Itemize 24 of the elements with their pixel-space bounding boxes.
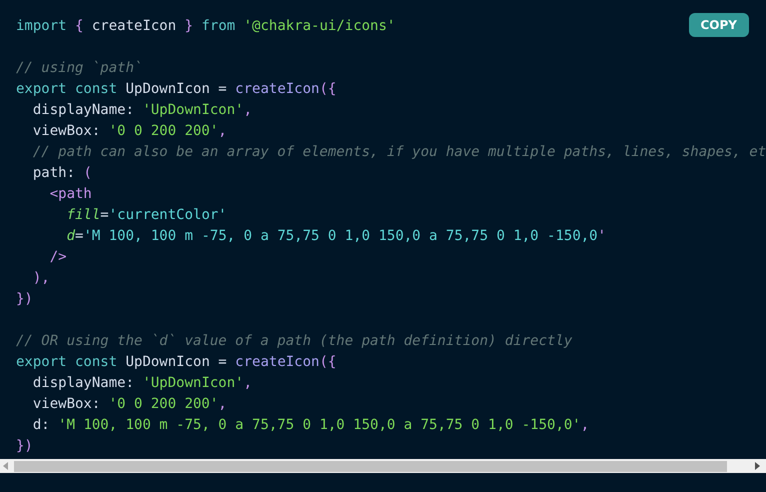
- code-line: path: (: [32, 164, 92, 183]
- horizontal-scrollbar[interactable]: [0, 459, 766, 473]
- code-line: d='M 100, 100 m -75, 0 a 75,75 0 1,0 150,0 a 75,75 0 1,0 -150,0': [66, 227, 606, 246]
- code-line: // using `path`: [16, 59, 142, 78]
- scroll-right-icon[interactable]: [755, 462, 760, 470]
- code-line: viewBox: '0 0 200 200',: [32, 122, 227, 141]
- code-line: }): [16, 290, 33, 309]
- code-line: export const UpDownIcon = createIcon({: [16, 353, 336, 372]
- code-line: displayName: 'UpDownIcon',: [32, 101, 252, 120]
- code-line: d: 'M 100, 100 m -75, 0 a 75,75 0 1,0 150,0 a 75,75 0 1,0 -150,0',: [32, 416, 590, 435]
- scrollbar-thumb[interactable]: [14, 460, 727, 472]
- code-line: }): [16, 437, 33, 456]
- code-line: // path can also be an array of elements, if you have multiple paths, lines, shapes, et: [32, 143, 766, 162]
- copy-button[interactable]: COPY: [688, 13, 749, 37]
- code-line: viewBox: '0 0 200 200',: [32, 395, 227, 414]
- code-line: displayName: 'UpDownIcon',: [32, 374, 252, 393]
- code-line: ),: [32, 269, 50, 288]
- code-line: />: [48, 248, 67, 267]
- code-line: <path: [48, 185, 92, 204]
- code-line: import { createIcon } from '@chakra-ui/icons': [16, 17, 396, 36]
- code-line: fill='currentColor': [66, 206, 227, 225]
- code-line: export const UpDownIcon = createIcon({: [16, 80, 336, 99]
- scroll-left-icon[interactable]: [3, 462, 8, 470]
- code-line: // OR using the `d` value of a path (the path definition) directly: [16, 332, 572, 351]
